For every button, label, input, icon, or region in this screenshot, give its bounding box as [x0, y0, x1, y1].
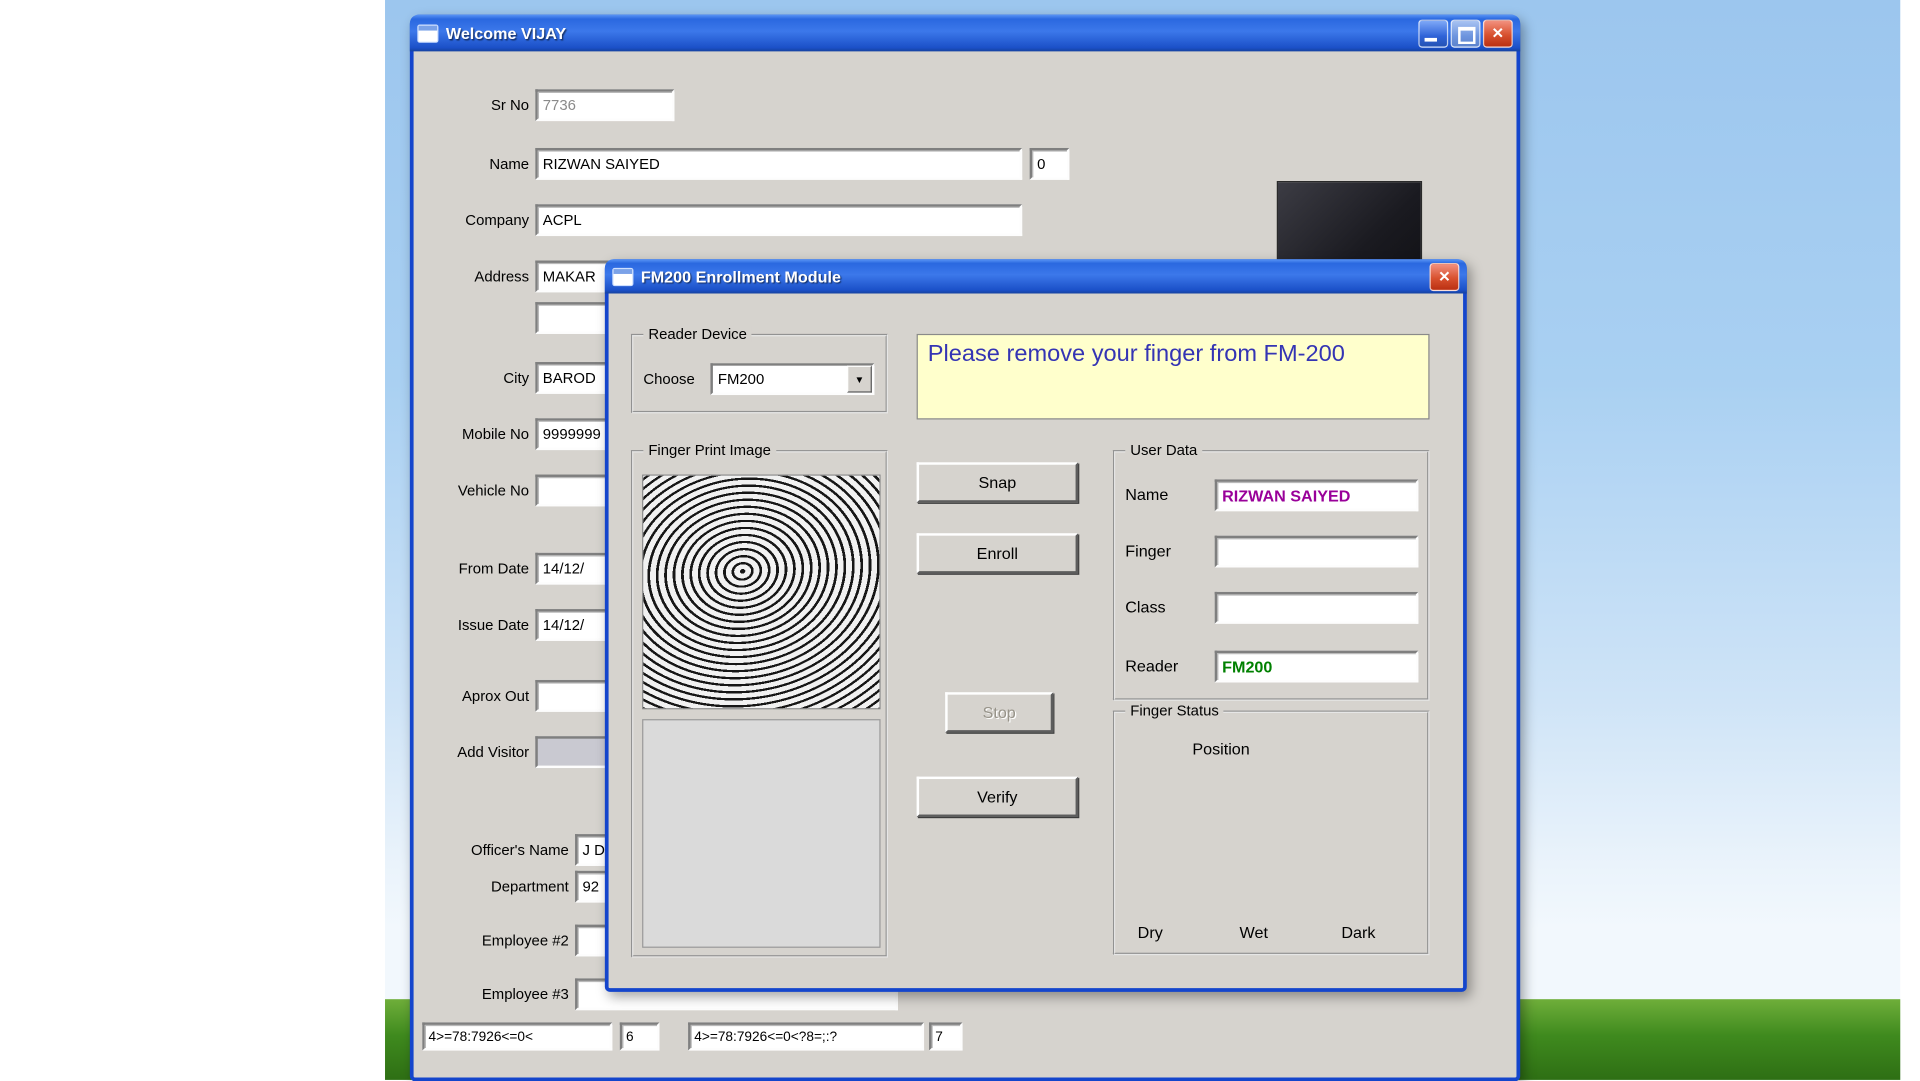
welcome-window-title: Welcome VIJAY: [446, 24, 566, 42]
status-field-1[interactable]: [422, 1022, 612, 1050]
snap-button[interactable]: Snap: [917, 462, 1078, 502]
dry-indicator-label: Dry: [1138, 923, 1163, 941]
sr-no-label: Sr No: [414, 89, 530, 121]
status-field-4[interactable]: [929, 1022, 963, 1050]
fingerprint-image: [642, 475, 880, 710]
welcome-titlebar[interactable]: Welcome VIJAY ✕: [410, 15, 1520, 52]
vehicle-no-label: Vehicle No: [414, 475, 530, 507]
company-label: Company: [414, 204, 530, 236]
choose-label: Choose: [643, 363, 694, 395]
reader-device-selected: FM200: [713, 371, 847, 388]
status-message-text: Please remove your finger from FM-200: [928, 341, 1345, 367]
close-icon: ✕: [1438, 268, 1450, 285]
mobile-no-label: Mobile No: [414, 418, 530, 450]
stop-button[interactable]: Stop: [945, 692, 1053, 732]
employee2-label: Employee #2: [414, 925, 569, 957]
from-date-label: From Date: [414, 553, 530, 585]
fm200-window: FM200 Enrollment Module ✕ Reader Device …: [605, 259, 1467, 992]
city-label: City: [414, 362, 530, 394]
reader-device-legend: Reader Device: [643, 325, 752, 342]
minimize-icon: [1425, 37, 1437, 41]
address-label: Address: [414, 260, 530, 292]
finger-status-group: Finger Status Position Dry Wet Dark: [1113, 711, 1430, 956]
employee3-label: Employee #3: [414, 978, 569, 1010]
screen-stage: Welcome VIJAY ✕ Sr No Name Company Addre…: [0, 0, 1920, 1080]
name-count-field[interactable]: [1030, 148, 1070, 180]
ud-reader-label: Reader: [1125, 651, 1178, 683]
department-label: Department: [414, 871, 569, 903]
name-label: Name: [414, 148, 530, 180]
issue-date-label: Issue Date: [414, 609, 530, 641]
finger-status-legend: Finger Status: [1125, 702, 1224, 719]
company-field[interactable]: [535, 204, 1022, 236]
minimize-button[interactable]: [1418, 19, 1448, 47]
position-label: Position: [1192, 740, 1249, 758]
ud-class-field[interactable]: [1215, 592, 1419, 624]
fm200-window-title: FM200 Enrollment Module: [641, 267, 841, 285]
enroll-button[interactable]: Enroll: [917, 533, 1078, 573]
reader-device-group: Reader Device Choose FM200 ▼: [631, 334, 888, 413]
maximize-icon: [1458, 26, 1475, 43]
ud-reader-field[interactable]: [1215, 651, 1419, 683]
fingerprint-empty-panel: [642, 719, 880, 948]
add-visitor-label: Add Visitor: [414, 736, 530, 768]
ud-class-label: Class: [1125, 592, 1165, 624]
ud-name-label: Name: [1125, 479, 1168, 511]
ud-finger-field[interactable]: [1215, 536, 1419, 568]
ud-finger-label: Finger: [1125, 536, 1171, 568]
form-icon: [417, 24, 438, 42]
officers-name-label: Officer's Name: [414, 834, 569, 866]
close-icon: ✕: [1492, 24, 1504, 41]
name-field[interactable]: [535, 148, 1022, 180]
fm200-titlebar[interactable]: FM200 Enrollment Module ✕: [605, 259, 1467, 293]
maximize-button[interactable]: [1451, 19, 1481, 47]
sr-no-field[interactable]: [535, 89, 674, 121]
user-data-legend: User Data: [1125, 442, 1202, 459]
verify-button[interactable]: Verify: [917, 777, 1078, 817]
status-field-2[interactable]: [620, 1022, 660, 1050]
dark-indicator-label: Dark: [1341, 923, 1375, 941]
fm200-close-button[interactable]: ✕: [1430, 262, 1460, 290]
wet-indicator-label: Wet: [1240, 923, 1268, 941]
fingerprint-group: Finger Print Image: [631, 450, 888, 958]
user-data-group: User Data Name Finger Class Reader: [1113, 450, 1430, 701]
chevron-down-icon[interactable]: ▼: [847, 366, 872, 393]
fingerprint-legend: Finger Print Image: [643, 442, 776, 459]
ud-name-field[interactable]: [1215, 479, 1419, 511]
close-button[interactable]: ✕: [1483, 19, 1513, 47]
status-field-3[interactable]: [688, 1022, 924, 1050]
aprox-out-label: Aprox Out: [414, 680, 530, 712]
status-message-panel: Please remove your finger from FM-200: [917, 334, 1430, 420]
form-icon: [612, 267, 633, 285]
fingerprint-ridges: [642, 475, 880, 710]
reader-device-combo[interactable]: FM200 ▼: [710, 363, 874, 395]
